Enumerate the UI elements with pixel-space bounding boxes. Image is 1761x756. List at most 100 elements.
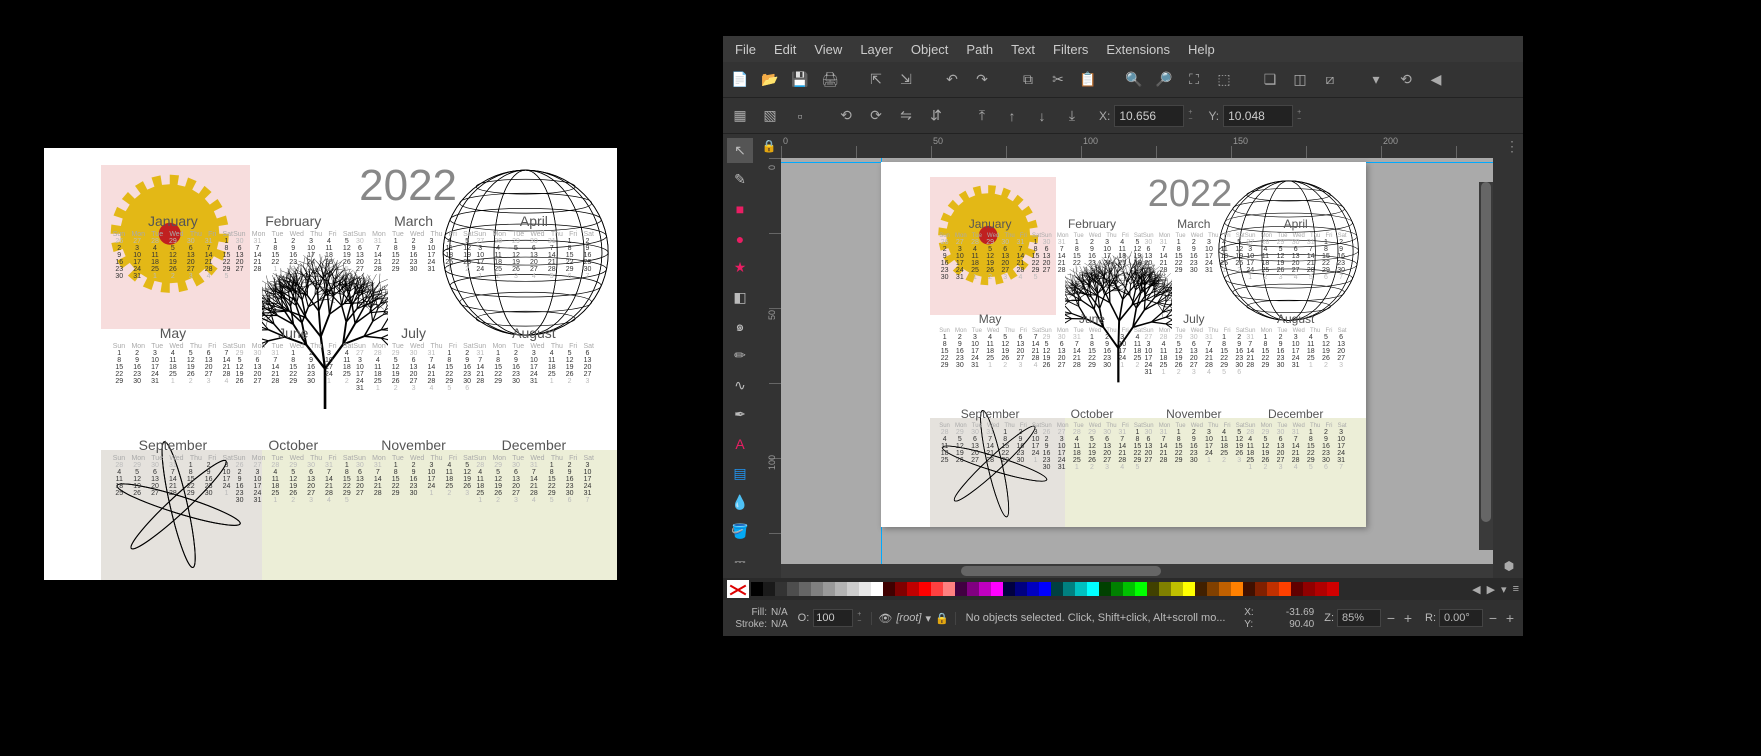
x-input[interactable] <box>1114 105 1184 127</box>
x-down-icon[interactable]: − <box>1188 116 1192 123</box>
rotate-plus-icon[interactable]: + <box>1503 610 1517 626</box>
menu-edit[interactable]: Edit <box>766 38 804 61</box>
tool-rect-icon[interactable]: ■ <box>727 197 753 222</box>
print-icon[interactable]: 🖨 <box>819 69 841 91</box>
flip-h-icon[interactable]: ⇋ <box>895 105 917 127</box>
copy-icon[interactable]: ⧉ <box>1017 69 1039 91</box>
zoom-out-icon[interactable]: 🔎 <box>1153 69 1175 91</box>
swatch[interactable] <box>1123 582 1135 596</box>
save-icon[interactable]: 💾 <box>789 69 811 91</box>
palette-config-icon[interactable]: ≡ <box>1513 583 1519 595</box>
swatch[interactable] <box>871 582 883 596</box>
redo-icon[interactable]: ↷ <box>971 69 993 91</box>
swatch[interactable] <box>1303 582 1315 596</box>
color-mode-icon[interactable]: ⬢ <box>1499 556 1519 576</box>
cut-icon[interactable]: ✂ <box>1047 69 1069 91</box>
menu-object[interactable]: Object <box>903 38 957 61</box>
flip-v-icon[interactable]: ⇵ <box>925 105 947 127</box>
snap-icon[interactable]: ⟲ <box>1395 69 1417 91</box>
swatch[interactable] <box>1291 582 1303 596</box>
swatch[interactable] <box>1075 582 1087 596</box>
zoom-in-icon[interactable]: 🔍 <box>1123 69 1145 91</box>
swatch[interactable] <box>775 582 787 596</box>
swatch[interactable] <box>823 582 835 596</box>
swatch[interactable] <box>787 582 799 596</box>
rotate-cw-icon[interactable]: ⟳ <box>865 105 887 127</box>
palette-prev-icon[interactable]: ◀ <box>1472 583 1480 596</box>
swatch[interactable] <box>763 582 775 596</box>
tool-connector-icon[interactable]: ⎓ <box>727 549 753 574</box>
palette-next-icon[interactable]: ▶ <box>1487 583 1495 596</box>
tool-bucket-icon[interactable]: 🪣 <box>727 519 753 544</box>
raise-icon[interactable]: ↑ <box>1001 105 1023 127</box>
stroke-value[interactable]: N/A <box>771 619 788 630</box>
y-input[interactable] <box>1223 105 1293 127</box>
new-icon[interactable]: 📄 <box>729 69 751 91</box>
swatch[interactable] <box>1015 582 1027 596</box>
menu-text[interactable]: Text <box>1003 38 1043 61</box>
prefs-icon[interactable]: ◀ <box>1425 69 1447 91</box>
swatch[interactable] <box>967 582 979 596</box>
swatch[interactable] <box>1111 582 1123 596</box>
opacity-up-icon[interactable]: + <box>857 611 861 618</box>
swatch[interactable] <box>751 582 763 596</box>
swatch[interactable] <box>1027 582 1039 596</box>
zoom-plus-icon[interactable]: + <box>1401 610 1415 626</box>
swatch[interactable] <box>1315 582 1327 596</box>
swatch[interactable] <box>883 582 895 596</box>
ruler-lock-icon[interactable]: 🔒 <box>757 134 781 158</box>
select-all-icon[interactable]: ▦ <box>729 105 751 127</box>
swatch[interactable] <box>859 582 871 596</box>
swatch[interactable] <box>811 582 823 596</box>
zoom-minus-icon[interactable]: − <box>1384 610 1398 626</box>
vertical-scrollbar[interactable] <box>1479 182 1493 550</box>
swatch[interactable] <box>1003 582 1015 596</box>
tool-bezier-icon[interactable]: ∿ <box>727 373 753 398</box>
swatch[interactable] <box>1135 582 1147 596</box>
tool-star-icon[interactable]: ★ <box>727 255 753 280</box>
menu-extensions[interactable]: Extensions <box>1098 38 1178 61</box>
horizontal-scrollbar[interactable] <box>781 564 1493 578</box>
no-fill-swatch[interactable] <box>727 580 749 598</box>
dup-icon[interactable]: ❏ <box>1259 69 1281 91</box>
tool-cube-icon[interactable]: ◧ <box>727 285 753 310</box>
tool-node-icon[interactable]: ✎ <box>727 167 753 192</box>
layer-visible-icon[interactable]: 👁 <box>878 612 892 625</box>
select-layer-icon[interactable]: ▧ <box>759 105 781 127</box>
swatch[interactable] <box>907 582 919 596</box>
swatch[interactable] <box>943 582 955 596</box>
swatch[interactable] <box>835 582 847 596</box>
layer-lock-icon[interactable]: 🔒 <box>935 612 949 625</box>
open-icon[interactable]: 📂 <box>759 69 781 91</box>
swatch[interactable] <box>931 582 943 596</box>
undo-icon[interactable]: ↶ <box>941 69 963 91</box>
tool-pencil-icon[interactable]: ✏ <box>727 343 753 368</box>
unlink-icon[interactable]: ⧄ <box>1319 69 1341 91</box>
opacity-input[interactable] <box>813 609 853 627</box>
swatch[interactable] <box>895 582 907 596</box>
swatch[interactable] <box>1267 582 1279 596</box>
swatch[interactable] <box>1099 582 1111 596</box>
swatch[interactable] <box>1195 582 1207 596</box>
tool-text-icon[interactable]: A <box>727 431 753 456</box>
swatch[interactable] <box>1051 582 1063 596</box>
swatch[interactable] <box>1171 582 1183 596</box>
swatch[interactable] <box>1207 582 1219 596</box>
opacity-down-icon[interactable]: − <box>857 618 861 625</box>
zoom-value[interactable]: 85% <box>1337 609 1381 627</box>
swatch[interactable] <box>799 582 811 596</box>
swatch[interactable] <box>1087 582 1099 596</box>
zoom-fit-icon[interactable]: ⛶ <box>1183 69 1205 91</box>
tool-selector-icon[interactable]: ↖ <box>727 138 753 163</box>
tool-spiral-icon[interactable]: ๑ <box>727 314 753 339</box>
menu-file[interactable]: File <box>727 38 764 61</box>
dock-handle-icon[interactable]: ⋮ <box>1505 138 1511 162</box>
layer-dropdown-icon[interactable]: ▾ <box>925 612 931 625</box>
swatch[interactable] <box>1147 582 1159 596</box>
rotate-value[interactable]: 0.00° <box>1439 609 1483 627</box>
menu-path[interactable]: Path <box>958 38 1001 61</box>
menu-help[interactable]: Help <box>1180 38 1223 61</box>
tool-circle-icon[interactable]: ● <box>727 226 753 251</box>
lower-icon[interactable]: ↓ <box>1031 105 1053 127</box>
swatch[interactable] <box>1231 582 1243 596</box>
